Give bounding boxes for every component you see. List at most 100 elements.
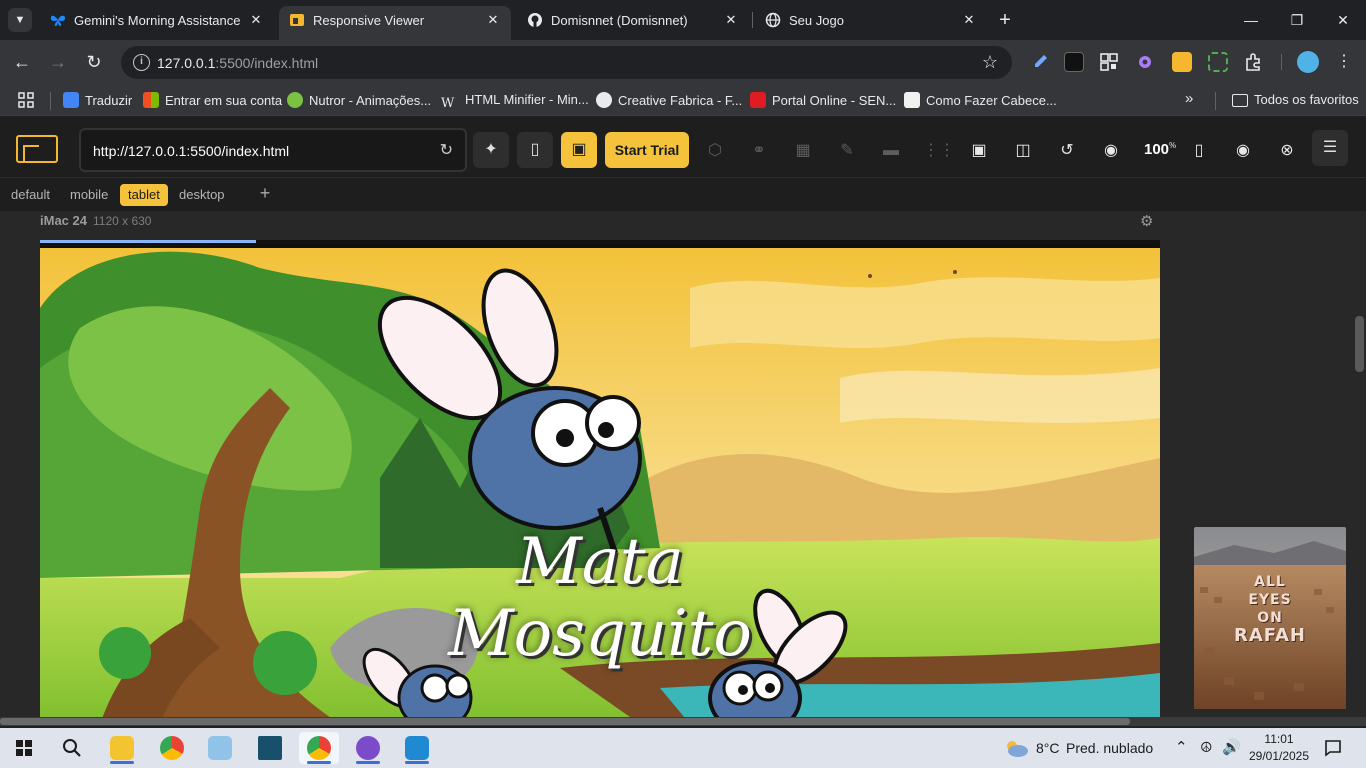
wifi-icon[interactable]: ☮ — [1200, 739, 1213, 756]
address-bar[interactable]: i 127.0.0.1:5500/index.html ☆ — [121, 46, 1012, 79]
hamburger-menu-icon[interactable]: ☰ — [1312, 130, 1348, 166]
horizontal-scrollbar-thumb[interactable] — [0, 718, 1130, 725]
close-icon[interactable]: ✕ — [246, 10, 266, 30]
vscode-app[interactable] — [397, 732, 437, 764]
bookmark-traduzir[interactable]: Traduzir — [63, 92, 132, 110]
forward-button[interactable]: → — [46, 50, 70, 74]
mobile-device-button[interactable]: ▯ — [517, 132, 553, 168]
translate-icon — [63, 92, 79, 108]
qr-code-icon[interactable] — [1099, 52, 1119, 72]
vertical-scrollbar[interactable] — [1355, 316, 1364, 372]
grid-icon[interactable]: ▦ — [791, 139, 815, 163]
ruler-icon[interactable]: ✎ — [835, 139, 859, 163]
page-icon — [904, 92, 920, 108]
preset-tabs: default mobile tablet desktop — [0, 178, 1366, 211]
new-tab-button[interactable]: + — [994, 9, 1016, 31]
close-icon[interactable]: ✕ — [721, 10, 741, 30]
fit-screen-icon[interactable]: ▣ — [967, 139, 991, 163]
bookmark-entrar[interactable]: Entrar em sua conta — [143, 92, 282, 110]
tab-gemini[interactable]: Gemini's Morning Assistance | .. ✕ — [40, 6, 274, 34]
rotate-icon[interactable]: ↺ — [1055, 139, 1079, 163]
device-frame-icon[interactable]: ▯ — [1187, 139, 1211, 163]
apps-grid-icon[interactable] — [18, 92, 34, 108]
close-icon[interactable]: ✕ — [959, 10, 979, 30]
tab-separator — [752, 12, 753, 28]
camera-icon[interactable]: ◉ — [1099, 139, 1123, 163]
speaker-icon[interactable]: 🔊 — [1222, 738, 1241, 756]
chrome-app[interactable] — [152, 732, 192, 764]
all-bookmarks-folder[interactable]: Todos os favoritos — [1232, 92, 1359, 110]
chrome-menu-icon[interactable]: ⋮ — [1332, 50, 1356, 74]
tab-title: Seu Jogo — [789, 13, 844, 28]
minimize-button[interactable]: — — [1228, 8, 1274, 32]
paint-icon — [208, 736, 232, 760]
weather-temp[interactable]: 8°C — [1036, 740, 1060, 756]
extension-icon[interactable] — [1064, 52, 1084, 72]
paint-app[interactable] — [200, 732, 240, 764]
folder-icon — [110, 736, 134, 760]
tab-search-button[interactable]: ▼ — [8, 8, 32, 32]
link-icon[interactable]: ⚭ — [747, 139, 771, 163]
floating-picture-in-picture[interactable]: ALL EYES ON RAFAH — [1194, 527, 1346, 709]
bookmark-html-minifier[interactable]: W HTML Minifier - Min... — [441, 92, 589, 111]
tab-responsive-viewer[interactable]: Responsive Viewer ✕ — [279, 6, 511, 40]
preset-default[interactable]: default — [3, 184, 58, 206]
profile-avatar[interactable] — [1297, 51, 1319, 73]
screenshot-extension-icon[interactable] — [1208, 52, 1228, 72]
viewer-url-input[interactable] — [93, 141, 423, 161]
close-window-button[interactable]: ✕ — [1320, 8, 1366, 32]
cube-icon[interactable]: ⬡ — [703, 139, 727, 163]
chrome-profile-app[interactable] — [299, 732, 339, 764]
github-desktop-app[interactable] — [348, 732, 388, 764]
tab-github[interactable]: Domisnnet (Domisnnet) ✕ — [517, 6, 749, 34]
columns-icon[interactable]: ◫ — [1011, 139, 1035, 163]
chrome-icon — [160, 736, 184, 760]
weather-desc[interactable]: Pred. nublado — [1066, 740, 1153, 756]
more-bookmarks-chevron-icon[interactable]: » — [1185, 90, 1193, 108]
close-icon[interactable]: ✕ — [483, 10, 503, 30]
dots-grid-icon[interactable]: ⋮⋮ — [923, 139, 955, 163]
discord-icon[interactable]: ◉ — [1231, 139, 1255, 163]
reload-url-icon[interactable]: ↻ — [440, 140, 453, 160]
gear-puzzle-icon[interactable] — [1135, 52, 1155, 72]
running-indicator — [356, 761, 380, 764]
horizontal-scrollbar[interactable] — [0, 717, 1366, 726]
device-settings-gear-icon[interactable]: ⚙ — [1140, 212, 1153, 230]
running-indicator — [110, 761, 134, 764]
nutror-icon — [287, 92, 303, 108]
bookmark-nutror[interactable]: Nutror - Animações... — [287, 92, 431, 110]
clock-time[interactable]: 11:01 — [1246, 732, 1312, 746]
windows-start-icon[interactable] — [16, 740, 32, 756]
tab-seu-jogo[interactable]: Seu Jogo ✕ — [755, 6, 987, 34]
preset-desktop[interactable]: desktop — [171, 184, 233, 206]
book-app[interactable] — [250, 732, 290, 764]
notification-icon[interactable] — [1324, 739, 1342, 757]
clock-date[interactable]: 29/01/2025 — [1246, 749, 1312, 763]
start-trial-button[interactable]: Start Trial — [605, 132, 689, 168]
add-preset-button[interactable]: + — [256, 184, 274, 202]
file-explorer-app[interactable] — [102, 732, 142, 764]
preset-tablet[interactable]: tablet — [120, 184, 168, 206]
bookmark-creative-fabrica[interactable]: Creative Fabrica - F... — [596, 92, 742, 110]
bookmark-star-icon[interactable]: ☆ — [982, 52, 998, 73]
show-hidden-icons-chevron-icon[interactable]: ⌃ — [1175, 738, 1188, 756]
github-icon — [528, 13, 542, 27]
eyedropper-icon[interactable] — [1030, 52, 1050, 72]
multi-device-button[interactable]: ▣ — [561, 132, 597, 168]
bookmark-portal-senai[interactable]: Portal Online - SEN... — [750, 92, 896, 110]
frame-icon[interactable]: ▬ — [879, 139, 903, 163]
back-button[interactable]: ← — [10, 50, 34, 74]
bookmark-como-fazer[interactable]: Como Fazer Cabece... — [904, 92, 1057, 110]
restore-button[interactable]: ❐ — [1274, 8, 1320, 32]
browser-toolbar: ← → ↻ i 127.0.0.1:5500/index.html ☆ ⋮ — [0, 40, 1366, 84]
inspect-cursor-button[interactable]: ✦ — [473, 132, 509, 168]
cloudy-weather-icon[interactable] — [1003, 738, 1029, 758]
reload-button[interactable]: ↻ — [82, 50, 106, 74]
preset-mobile[interactable]: mobile — [62, 184, 116, 206]
site-info-icon[interactable]: i — [133, 54, 150, 71]
close-circle-icon[interactable]: ⊗ — [1275, 139, 1299, 163]
search-icon[interactable] — [62, 738, 82, 758]
zoom-level[interactable]: 100% — [1144, 141, 1176, 158]
puzzle-icon[interactable] — [1244, 52, 1264, 72]
responsive-viewer-extension-icon[interactable] — [1172, 52, 1192, 72]
